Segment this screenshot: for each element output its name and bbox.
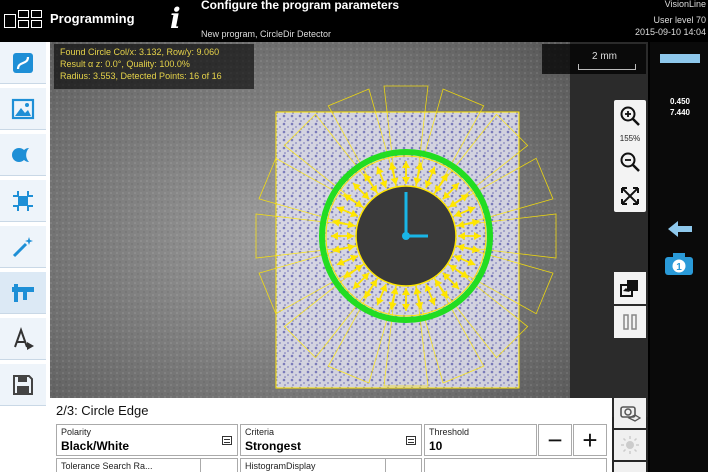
list-menu-icon [222, 436, 232, 445]
list-menu-icon [406, 436, 416, 445]
info-icon[interactable]: i [170, 2, 181, 35]
scale-indicator: 2 mm [542, 44, 646, 74]
circle-shapes-icon [12, 147, 29, 162]
criteria-select[interactable]: Criteria Strongest [240, 424, 422, 456]
header-status: VisionLine User level 70 2015-09-10 14:0… [635, 0, 706, 38]
save-icon [13, 374, 33, 395]
threshold-label: Threshold [429, 427, 470, 437]
result-line-radius: Radius: 3.553, Detected Points: 16 of 16 [60, 71, 222, 81]
zoom-in-button[interactable] [616, 102, 644, 130]
scale-bar [578, 64, 636, 70]
image-stack-icon [620, 280, 638, 297]
brightness-icon [621, 436, 639, 454]
app-grid-icon[interactable] [4, 8, 44, 30]
readout-value-2: 7.440 [669, 108, 691, 117]
polarity-select[interactable]: Polarity Black/White [56, 424, 238, 456]
app-title: Programming [50, 11, 135, 26]
criteria-value: Strongest [245, 439, 302, 453]
caliper-icon [12, 283, 34, 302]
pause-button[interactable] [614, 306, 646, 338]
threshold-decrement-button[interactable]: − [538, 424, 572, 456]
datetime: 2015-09-10 14:04 [634, 27, 706, 37]
page-title: Configure the program parameters [201, 0, 400, 12]
image-tool-button[interactable] [0, 88, 46, 130]
shape-tool-button[interactable] [0, 134, 46, 176]
back-arrow-icon[interactable] [666, 218, 694, 240]
brightness-button[interactable] [614, 430, 646, 460]
wand-tool-button[interactable] [0, 226, 46, 268]
expand-arrows-icon [621, 187, 639, 205]
caliper-tool-button[interactable] [0, 272, 46, 314]
magic-wand-icon [12, 236, 33, 257]
page-subtitle: New program, CircleDir Detector [201, 29, 332, 39]
polarity-value: Black/White [61, 439, 130, 453]
threshold-value: 10 [429, 439, 443, 453]
output-tool-button[interactable] [0, 318, 46, 360]
user-level: User level 70 [653, 15, 706, 25]
histogram-step-button[interactable] [385, 458, 422, 472]
polarity-label: Polarity [61, 427, 92, 437]
zoom-controls: 155% [614, 100, 646, 212]
histogram-label: HistogramDisplay [245, 461, 316, 471]
result-readout: Found Circle Col/x: 3.132, Row/y: 9.060 … [54, 44, 254, 89]
threshold-field[interactable]: Threshold 10 [424, 424, 537, 456]
tolerance-label: Tolerance Search Ra... [61, 461, 153, 471]
parameter-panel: 2/3: Circle Edge Polarity Black/White Cr… [50, 398, 612, 472]
zoom-in-icon [620, 106, 640, 126]
status-bar [660, 54, 700, 63]
document-play-icon [14, 326, 34, 350]
right-panel: 0.450 7.440 1 [650, 42, 708, 472]
fit-view-button[interactable] [616, 182, 644, 210]
pause-icon [623, 314, 637, 330]
camera-trigger-icon[interactable]: 1 [664, 252, 694, 276]
threshold-increment-button[interactable]: + [573, 424, 607, 456]
program-step-tool-button[interactable] [0, 42, 46, 84]
readout-value-1: 0.450 [669, 97, 691, 106]
camera-layers-icon [620, 406, 641, 422]
zoom-percent: 155% [619, 134, 641, 143]
image-icon [11, 98, 35, 119]
zoom-out-icon [620, 152, 640, 172]
result-line-quality: Result α z: 0.0°, Quality: 100.0% [60, 59, 190, 69]
next-button[interactable] [614, 462, 646, 472]
image-overlay-button[interactable] [614, 272, 646, 304]
empty-parameter-cell [424, 458, 607, 472]
header-bar: Programming i Configure the program para… [0, 0, 708, 42]
crop-icon [13, 190, 33, 211]
zoom-out-button[interactable] [616, 148, 644, 176]
scale-label: 2 mm [592, 51, 617, 62]
parameter-step-title: 2/3: Circle Edge [56, 403, 149, 418]
criteria-label: Criteria [245, 427, 275, 437]
save-tool-button[interactable] [0, 364, 46, 406]
crop-tool-button[interactable] [0, 180, 46, 222]
s-curve-icon [13, 52, 33, 73]
tolerance-step-button[interactable] [200, 458, 238, 472]
result-line-position: Found Circle Col/x: 3.132, Row/y: 9.060 [60, 47, 220, 57]
left-toolbar [0, 42, 50, 472]
image-settings-button[interactable] [614, 398, 646, 428]
brand-label: VisionLine [664, 0, 706, 9]
svg-text:1: 1 [676, 262, 682, 273]
